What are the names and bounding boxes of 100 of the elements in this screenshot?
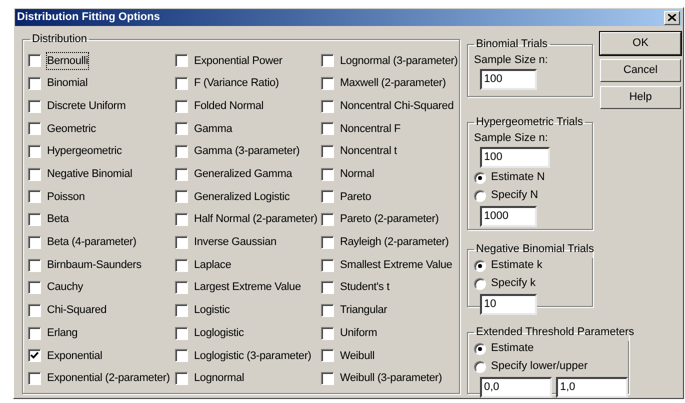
- checkbox[interactable]: [175, 168, 188, 181]
- checkbox[interactable]: [175, 372, 188, 385]
- checkbox[interactable]: [321, 145, 334, 158]
- checkbox[interactable]: [321, 372, 334, 385]
- checkbox[interactable]: [175, 122, 188, 136]
- checkbox-label: Laplace: [194, 258, 232, 273]
- checkbox-label: Folded Normal: [194, 98, 264, 114]
- checkbox[interactable]: [28, 281, 41, 294]
- checkbox-label: Bernoulli: [47, 52, 88, 70]
- checkbox-label: Cauchy: [47, 280, 84, 296]
- close-button[interactable]: [664, 10, 680, 24]
- checkbox-label: Gamma: [194, 122, 232, 137]
- checkbox[interactable]: [321, 258, 334, 272]
- radio-button[interactable]: [474, 278, 486, 290]
- checkbox[interactable]: [321, 213, 334, 226]
- checkbox-label: Lognormal (3-parameter): [340, 54, 458, 69]
- checkbox[interactable]: [321, 54, 334, 68]
- input-field[interactable]: 100: [480, 146, 550, 168]
- checkbox[interactable]: [28, 349, 41, 362]
- dialog-button[interactable]: Cancel: [600, 59, 681, 82]
- checkbox[interactable]: [28, 77, 41, 90]
- radio-button[interactable]: [474, 190, 486, 202]
- checkbox-label: Logistic: [194, 303, 230, 318]
- checkbox[interactable]: [175, 190, 188, 204]
- checkbox[interactable]: [175, 236, 188, 249]
- radio-label: Estimate: [491, 341, 534, 356]
- checkbox[interactable]: [321, 304, 334, 317]
- checkbox[interactable]: [321, 168, 334, 181]
- checkbox[interactable]: [175, 100, 188, 113]
- checkbox[interactable]: [28, 236, 41, 249]
- checkbox[interactable]: [28, 190, 41, 204]
- checkbox[interactable]: [175, 281, 188, 294]
- checkbox-label: Smallest Extreme Value: [340, 258, 452, 273]
- checkbox[interactable]: [321, 100, 334, 113]
- checkbox[interactable]: [28, 54, 41, 68]
- input-field[interactable]: 1,0: [556, 376, 628, 398]
- close-icon: [668, 14, 676, 21]
- group-label: Hypergeometric Trials: [475, 115, 584, 130]
- checkbox-label: Student's t: [340, 280, 390, 296]
- checkbox[interactable]: [175, 326, 188, 340]
- radio-button[interactable]: [474, 360, 486, 372]
- checkbox-label: Rayleigh (2-parameter): [340, 235, 449, 250]
- checkbox-label: Hypergeometric: [47, 144, 122, 160]
- checkbox[interactable]: [321, 281, 334, 294]
- checkbox[interactable]: [175, 258, 188, 272]
- checkbox[interactable]: [175, 304, 188, 317]
- checkbox[interactable]: [28, 168, 41, 181]
- input-field[interactable]: 100: [480, 68, 537, 90]
- radio-label: Estimate N: [491, 170, 545, 186]
- checkbox-label: Noncentral F: [340, 122, 401, 137]
- radio-label: Estimate k: [491, 258, 542, 274]
- checkbox-label: Discrete Uniform: [47, 98, 126, 114]
- checkbox[interactable]: [28, 304, 41, 317]
- checkbox-label: Noncentral Chi-Squared: [340, 98, 454, 114]
- group-label: Extended Threshold Parameters: [475, 325, 636, 340]
- checkbox-label: Generalized Gamma: [194, 167, 292, 182]
- checkbox[interactable]: [28, 122, 41, 136]
- checkbox-label: Normal: [340, 167, 374, 182]
- radio-button[interactable]: [474, 260, 486, 272]
- checkbox[interactable]: [28, 145, 41, 158]
- checkbox-label: Pareto (2-parameter): [340, 212, 439, 228]
- checkbox-label: Exponential Power: [194, 54, 282, 69]
- radio-button[interactable]: [474, 342, 486, 354]
- checkbox-label: Lognormal: [194, 371, 244, 386]
- checkbox[interactable]: [321, 77, 334, 90]
- checkbox-label: Generalized Logistic: [194, 190, 290, 205]
- checkbox-label: Pareto: [340, 190, 372, 205]
- checkbox[interactable]: [321, 349, 334, 362]
- checkbox[interactable]: [321, 326, 334, 340]
- window-title: Distribution Fitting Options: [17, 12, 160, 23]
- checkbox-label: Half Normal (2-parameter): [194, 212, 318, 228]
- checkbox[interactable]: [28, 326, 41, 340]
- group-label: Negative Binomial Trials: [475, 242, 595, 257]
- field-label: Sample Size n:: [474, 130, 549, 144]
- checkbox[interactable]: [175, 77, 188, 90]
- group-label: Distribution: [31, 32, 88, 47]
- checkbox-label: Beta (4-parameter): [47, 235, 136, 250]
- checkbox-label: Triangular: [340, 303, 388, 318]
- dialog-button[interactable]: Help: [600, 86, 681, 109]
- checkbox[interactable]: [321, 190, 334, 204]
- radio-button[interactable]: [474, 172, 486, 184]
- checkbox[interactable]: [28, 258, 41, 272]
- checkbox[interactable]: [175, 213, 188, 226]
- checkbox[interactable]: [321, 122, 334, 136]
- group-label: Binomial Trials: [475, 37, 549, 52]
- checkbox-label: Chi-Squared: [47, 303, 107, 318]
- checkbox-label: Inverse Gaussian: [194, 235, 276, 250]
- checkbox[interactable]: [28, 372, 41, 385]
- checkbox-label: Largest Extreme Value: [194, 280, 301, 296]
- radio-label: Specify k: [491, 276, 536, 292]
- checkbox[interactable]: [28, 100, 41, 113]
- checkbox[interactable]: [175, 54, 188, 68]
- checkbox[interactable]: [175, 145, 188, 158]
- input-field[interactable]: 10: [480, 294, 537, 314]
- checkbox[interactable]: [28, 213, 41, 226]
- checkbox[interactable]: [175, 349, 188, 362]
- dialog-button[interactable]: OK: [600, 32, 681, 55]
- input-field[interactable]: 1000: [480, 206, 537, 226]
- checkbox[interactable]: [321, 236, 334, 249]
- input-field[interactable]: 0,0: [480, 376, 552, 398]
